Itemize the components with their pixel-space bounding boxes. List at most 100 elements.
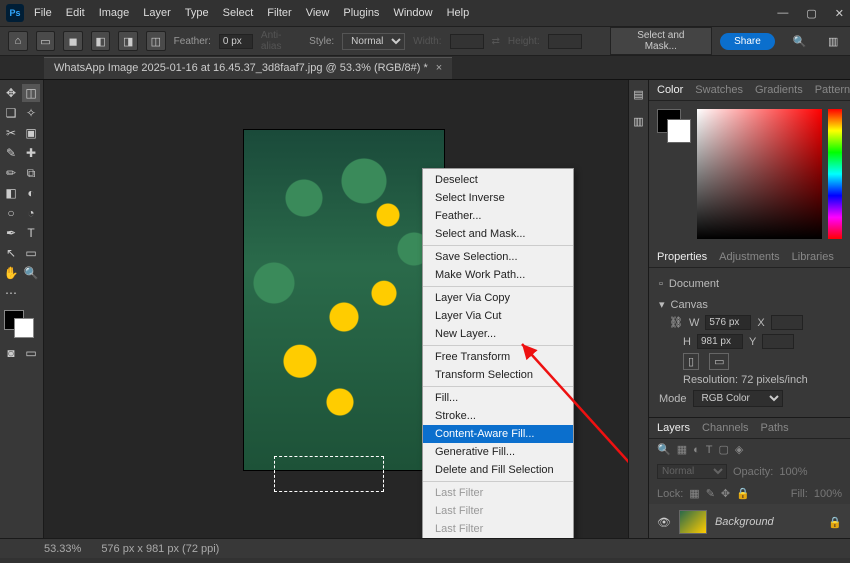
menu-window[interactable]: Window	[393, 7, 432, 19]
color-picker[interactable]	[697, 109, 822, 239]
blur-tool-icon[interactable]: ○	[2, 204, 20, 222]
context-menu-item[interactable]: Free Transform	[423, 348, 573, 366]
context-menu-item[interactable]: Feather...	[423, 207, 573, 225]
sel-intersect-icon[interactable]: ◫	[146, 31, 166, 51]
tab-gradients[interactable]: Gradients	[755, 84, 803, 96]
menu-type[interactable]: Type	[185, 7, 209, 19]
lock-pos-icon[interactable]: ✥	[721, 487, 730, 500]
menu-filter[interactable]: Filter	[267, 7, 291, 19]
landscape-icon[interactable]: ▭	[709, 353, 729, 370]
filter-shape-icon[interactable]: ▢	[719, 443, 729, 456]
home-icon[interactable]: ⌂	[8, 31, 28, 51]
tab-layers[interactable]: Layers	[657, 422, 690, 434]
select-mask-button[interactable]: Select and Mask...	[610, 27, 712, 55]
context-menu-item[interactable]: Generative Fill...	[423, 443, 573, 461]
tab-close-icon[interactable]: ×	[436, 62, 442, 74]
maximize-icon[interactable]: ▢	[806, 7, 816, 20]
gradient-tool-icon[interactable]: ◐	[22, 184, 40, 202]
tab-swatches[interactable]: Swatches	[695, 84, 743, 96]
menu-plugins[interactable]: Plugins	[343, 7, 379, 19]
context-menu-item[interactable]: Fill...	[423, 389, 573, 407]
type-tool-icon[interactable]: T	[22, 224, 40, 242]
canvas-area[interactable]: DeselectSelect InverseFeather...Select a…	[44, 80, 628, 538]
dodge-tool-icon[interactable]: ◔	[22, 204, 40, 222]
menu-view[interactable]: View	[306, 7, 330, 19]
brush-tool-icon[interactable]: ✏	[2, 164, 20, 182]
frame-tool-icon[interactable]: ▣	[22, 124, 40, 142]
tab-libraries[interactable]: Libraries	[792, 251, 834, 263]
eyedropper-tool-icon[interactable]: ✎	[2, 144, 20, 162]
lock-all-icon[interactable]: 🔒	[736, 487, 750, 500]
filter-kind-icon[interactable]: 🔍	[657, 443, 671, 456]
share-button[interactable]: Share	[720, 33, 775, 50]
eraser-tool-icon[interactable]: ◧	[2, 184, 20, 202]
document-canvas[interactable]	[244, 130, 444, 470]
tab-color[interactable]: Color	[657, 84, 683, 96]
tab-adjustments[interactable]: Adjustments	[719, 251, 780, 263]
menu-select[interactable]: Select	[223, 7, 254, 19]
feather-input[interactable]	[219, 34, 253, 49]
search-icon[interactable]: 🔍	[791, 32, 809, 50]
collapsed-icon[interactable]: ▤	[633, 88, 643, 101]
link-icon[interactable]: ⛓	[669, 316, 683, 329]
mode-select[interactable]: RGB Color	[693, 390, 783, 407]
menu-image[interactable]: Image	[99, 7, 130, 19]
zoom-level[interactable]: 53.33%	[44, 543, 81, 555]
layer-row[interactable]: 👁 Background 🔒	[649, 504, 850, 541]
context-menu-item[interactable]: Delete and Fill Selection	[423, 461, 573, 479]
move-tool-icon[interactable]: ✥	[2, 84, 20, 102]
workspace-icon[interactable]: ▥	[824, 32, 842, 50]
filter-adjust-icon[interactable]: ◐	[693, 444, 700, 456]
lock-trans-icon[interactable]: ▦	[689, 487, 699, 500]
doc-info[interactable]: 576 px x 981 px (72 ppi)	[101, 543, 219, 555]
style-select[interactable]: Normal	[342, 33, 405, 50]
canvas-height-input[interactable]	[697, 334, 743, 349]
tab-patterns[interactable]: Patterns	[815, 84, 850, 96]
menu-layer[interactable]: Layer	[143, 7, 171, 19]
shape-tool-icon[interactable]: ▭	[22, 244, 40, 262]
sel-add-icon[interactable]: ◧	[91, 31, 111, 51]
context-menu-item[interactable]: Make Work Path...	[423, 266, 573, 284]
context-menu-item[interactable]: Layer Via Cut	[423, 307, 573, 325]
tool-preset-icon[interactable]: ▭	[36, 31, 56, 51]
filter-type-icon[interactable]: T	[706, 444, 713, 456]
layer-name[interactable]: Background	[715, 516, 774, 528]
context-menu-item[interactable]: New Layer...	[423, 325, 573, 343]
context-menu-item[interactable]: Select Inverse	[423, 189, 573, 207]
context-menu-item[interactable]: Layer Via Copy	[423, 289, 573, 307]
sel-sub-icon[interactable]: ◨	[118, 31, 138, 51]
close-icon[interactable]: ✕	[835, 7, 844, 20]
marquee-tool-icon[interactable]: ◫	[22, 84, 40, 102]
hue-slider[interactable]	[828, 109, 842, 239]
context-menu-item[interactable]: Content-Aware Fill...	[423, 425, 573, 443]
bg-color-swatch[interactable]	[667, 119, 691, 143]
tab-paths[interactable]: Paths	[761, 422, 789, 434]
context-menu-item[interactable]: Deselect	[423, 171, 573, 189]
screenmode-icon[interactable]: ▭	[22, 344, 40, 362]
sel-new-icon[interactable]: ◼	[63, 31, 83, 51]
context-menu-item[interactable]: Stroke...	[423, 407, 573, 425]
filter-smart-icon[interactable]: ◈	[735, 443, 743, 456]
canvas-width-input[interactable]	[705, 315, 751, 330]
layer-thumbnail[interactable]	[679, 510, 707, 534]
portrait-icon[interactable]: ▯	[683, 353, 699, 370]
context-menu-item[interactable]: Transform Selection	[423, 366, 573, 384]
menu-help[interactable]: Help	[447, 7, 470, 19]
heal-tool-icon[interactable]: ✚	[22, 144, 40, 162]
zoom-tool-icon[interactable]: 🔍	[22, 264, 40, 282]
lasso-tool-icon[interactable]: ❑	[2, 104, 20, 122]
lock-paint-icon[interactable]: ✎	[706, 487, 715, 500]
wand-tool-icon[interactable]: ✧	[22, 104, 40, 122]
menu-edit[interactable]: Edit	[66, 7, 85, 19]
collapsed-icon[interactable]: ▥	[633, 115, 643, 128]
tab-properties[interactable]: Properties	[657, 251, 707, 263]
document-tab[interactable]: WhatsApp Image 2025-01-16 at 16.45.37_3d…	[44, 57, 452, 79]
background-swatch[interactable]	[14, 318, 34, 338]
hand-tool-icon[interactable]: ✋	[2, 264, 20, 282]
context-menu-item[interactable]: Save Selection...	[423, 248, 573, 266]
crop-tool-icon[interactable]: ✂	[2, 124, 20, 142]
minimize-icon[interactable]: —	[777, 7, 788, 20]
stamp-tool-icon[interactable]: ⧉	[22, 164, 40, 182]
filter-pixel-icon[interactable]: ▦	[677, 443, 687, 456]
menu-file[interactable]: File	[34, 7, 52, 19]
